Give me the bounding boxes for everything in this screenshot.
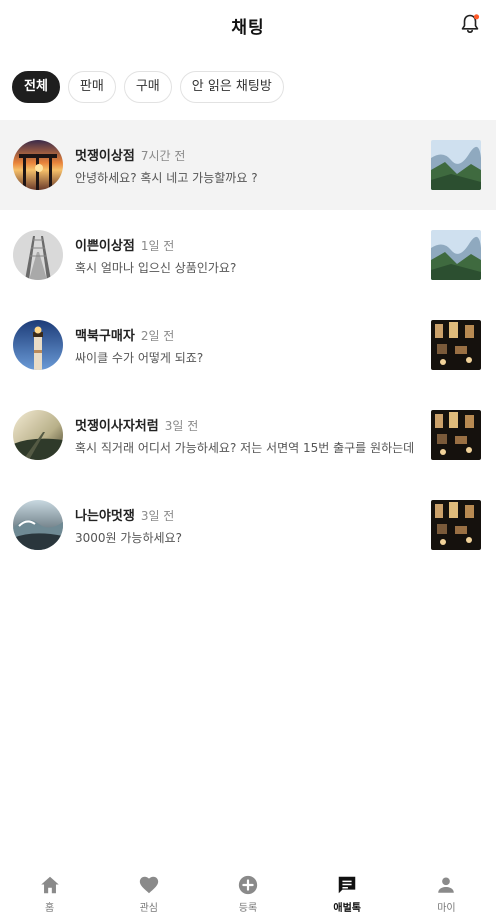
- chat-name: 멋쟁이사자처럼: [75, 419, 159, 434]
- avatar: [13, 410, 63, 460]
- product-thumbnail: [431, 500, 481, 550]
- chat-row[interactable]: 나는야멋쟁 3일 전 3000원 가능하세요?: [0, 480, 496, 570]
- nav-register[interactable]: 등록: [198, 866, 297, 919]
- chat-message: 3000원 가능하세요?: [75, 531, 182, 545]
- filter-tabs: 전체 판매 구매 안 읽은 채팅방: [12, 71, 284, 105]
- heart-icon: [139, 876, 158, 894]
- product-thumbnail: [431, 410, 481, 460]
- chat-message: 싸이클 수가 어떻게 되죠?: [75, 351, 204, 365]
- nav-favorites[interactable]: 관심: [99, 866, 198, 919]
- chat-message: 혹시 얼마나 입으신 상품인가요?: [75, 261, 237, 275]
- chat-icon: [338, 876, 356, 894]
- nav-label: 애벌톡: [333, 903, 362, 914]
- page-title: 채팅: [231, 18, 265, 38]
- chat-list: 멋쟁이상점 7시간 전 안녕하세요? 혹시 네고 가능할까요 ? 이쁜이상점 1일 …: [0, 120, 496, 570]
- nav-label: 관심: [139, 903, 158, 914]
- tab-unread[interactable]: 안 읽은 채팅방: [179, 71, 284, 103]
- chat-name: 멋쟁이상점: [75, 149, 135, 164]
- avatar: [13, 230, 63, 280]
- plus-circle-icon: [238, 875, 258, 895]
- nav-my[interactable]: 마이: [397, 866, 496, 919]
- header: 채팅: [0, 0, 496, 50]
- chat-time: 3일 전: [164, 419, 199, 433]
- chat-name: 나는야멋쟁: [75, 509, 135, 524]
- chat-name: 맥북구매자: [75, 329, 135, 344]
- nav-chat[interactable]: 애벌톡: [298, 866, 397, 919]
- bottom-nav: 홈 관심 등록 애벌톡 마이: [0, 866, 496, 919]
- chat-row[interactable]: 멋쟁이상점 7시간 전 안녕하세요? 혹시 네고 가능할까요 ?: [0, 120, 496, 210]
- notification-dot: [473, 14, 480, 20]
- tab-all[interactable]: 전체: [12, 71, 60, 103]
- person-icon: [438, 877, 455, 893]
- chat-time: 7시간 전: [140, 149, 186, 163]
- nav-label: 홈: [45, 903, 55, 914]
- avatar: [13, 140, 63, 190]
- chat-row[interactable]: 이쁜이상점 1일 전 혹시 얼마나 입으신 상품인가요?: [0, 210, 496, 300]
- bell-icon[interactable]: [458, 12, 482, 36]
- tab-buying[interactable]: 구매: [123, 71, 172, 103]
- chat-time: 2일 전: [140, 329, 175, 343]
- product-thumbnail: [431, 140, 481, 190]
- nav-label: 등록: [238, 903, 258, 914]
- home-icon: [40, 876, 59, 894]
- chat-row[interactable]: 맥북구매자 2일 전 싸이클 수가 어떻게 되죠?: [0, 300, 496, 390]
- avatar: [13, 320, 63, 370]
- chat-row[interactable]: 멋쟁이사자처럼 3일 전 혹시 직거래 어디서 가능하세요? 저는 서면역 15번…: [0, 390, 496, 480]
- tab-selling[interactable]: 판매: [67, 71, 116, 103]
- chat-message: 혹시 직거래 어디서 가능하세요? 저는 서면역 15번 출구를 원하는데: [75, 441, 415, 455]
- nav-label: 마이: [437, 903, 456, 914]
- chat-time: 1일 전: [140, 239, 175, 253]
- product-thumbnail: [431, 320, 481, 370]
- chat-time: 3일 전: [140, 509, 175, 523]
- product-thumbnail: [431, 230, 481, 280]
- chat-name: 이쁜이상점: [75, 239, 135, 254]
- chat-message: 안녕하세요? 혹시 네고 가능할까요 ?: [75, 171, 258, 185]
- nav-home[interactable]: 홈: [0, 866, 99, 919]
- avatar: [13, 500, 63, 550]
